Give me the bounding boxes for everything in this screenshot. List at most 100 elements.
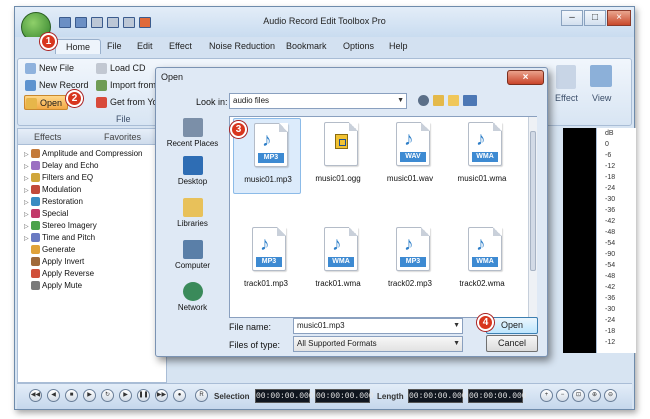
tab-file[interactable]: File bbox=[107, 41, 122, 51]
file-item[interactable]: ♪ WMA track01.wma bbox=[308, 223, 368, 299]
view-menu-icon[interactable] bbox=[463, 95, 477, 106]
effects-panel: Effects Favorites ▷ Amplitude and Compres… bbox=[17, 128, 167, 383]
tree-item[interactable]: Apply Invert bbox=[24, 256, 84, 268]
wma-file-icon: ♪ WMA bbox=[468, 227, 502, 271]
place-computer[interactable]: Computer bbox=[161, 240, 224, 270]
new-folder-icon[interactable] bbox=[448, 95, 459, 106]
import-from-button[interactable]: Import from bbox=[95, 78, 156, 93]
ribbon-tabs: Home File Edit Effect Noise Reduction Bo… bbox=[15, 37, 634, 58]
tab-effect[interactable]: Effect bbox=[169, 41, 192, 51]
look-in-value: audio files bbox=[233, 96, 270, 105]
tree-item[interactable]: ▷ Delay and Echo bbox=[24, 160, 98, 172]
tree-item[interactable]: Apply Mute bbox=[24, 280, 82, 292]
record-button-icon[interactable]: ● bbox=[173, 389, 186, 402]
place-recent[interactable]: Recent Places bbox=[161, 118, 224, 148]
go-start-icon[interactable]: ◀◀ bbox=[29, 389, 42, 402]
meter-label: -42 bbox=[605, 218, 616, 225]
view-button[interactable]: View bbox=[592, 93, 611, 103]
place-desktop[interactable]: Desktop bbox=[161, 156, 224, 186]
place-network[interactable]: Network bbox=[161, 282, 224, 312]
maximize-button[interactable]: □ bbox=[584, 10, 606, 26]
file-name-input[interactable]: music01.mp3 ▼ bbox=[293, 318, 463, 334]
stop-icon[interactable]: ■ bbox=[65, 389, 78, 402]
step-badge: 1 bbox=[40, 33, 57, 50]
file-name-value: music01.mp3 bbox=[297, 321, 345, 330]
get-from-youtube-button[interactable]: Get from Yo bbox=[95, 95, 158, 110]
look-in-dropdown[interactable]: audio files ▼ bbox=[229, 93, 407, 109]
dialog-open-button[interactable]: Open bbox=[486, 317, 538, 334]
up-folder-icon[interactable] bbox=[433, 95, 444, 106]
loop-icon[interactable]: ↻ bbox=[101, 389, 114, 402]
tab-help[interactable]: Help bbox=[389, 41, 408, 51]
place-libraries[interactable]: Libraries bbox=[161, 198, 224, 228]
libraries-icon bbox=[182, 198, 203, 217]
tab-noise-reduction[interactable]: Noise Reduction bbox=[209, 41, 275, 51]
title-bar: Audio Record Edit Toolbox Pro – □ × bbox=[15, 7, 634, 42]
meter-label: -24 bbox=[605, 185, 616, 192]
length-end[interactable]: 00:00:00.000 bbox=[468, 389, 527, 403]
effect-button[interactable]: Effect bbox=[555, 93, 578, 103]
file-name-label: File name: bbox=[229, 322, 272, 332]
tab-effects[interactable]: Effects bbox=[34, 132, 61, 142]
zoom-vertical-icon[interactable]: ⊖ bbox=[604, 389, 617, 402]
forward-icon[interactable]: ▶ bbox=[119, 389, 132, 402]
repeat-icon[interactable]: R bbox=[195, 389, 208, 402]
file-list-scrollbar[interactable] bbox=[528, 117, 537, 317]
tab-home[interactable]: Home bbox=[55, 39, 102, 54]
tree-item[interactable]: Apply Reverse bbox=[24, 268, 94, 280]
zoom-selection-icon[interactable]: ⊡ bbox=[572, 389, 585, 402]
tree-item[interactable]: ▷ Stereo Imagery bbox=[24, 220, 97, 232]
waveform-area[interactable] bbox=[563, 128, 596, 353]
file-item[interactable]: ♪ WMA track02.wma bbox=[452, 223, 512, 299]
desktop-icon bbox=[182, 156, 203, 175]
length-start[interactable]: 00:00:00.000 bbox=[408, 389, 467, 403]
zoom-in-icon[interactable]: + bbox=[540, 389, 553, 402]
tab-bookmark[interactable]: Bookmark bbox=[286, 41, 327, 51]
tree-item[interactable]: Generate bbox=[24, 244, 75, 256]
dialog-cancel-button[interactable]: Cancel bbox=[486, 335, 538, 352]
rewind-icon[interactable]: ◀ bbox=[47, 389, 60, 402]
zoom-full-icon[interactable]: ⊕ bbox=[588, 389, 601, 402]
meter-label: -36 bbox=[605, 295, 616, 302]
meter-label: -24 bbox=[605, 317, 616, 324]
file-type-dropdown[interactable]: All Supported Formats ▼ bbox=[293, 336, 463, 352]
play-icon[interactable]: ▶ bbox=[83, 389, 96, 402]
window-title: Audio Record Edit Toolbox Pro bbox=[263, 16, 386, 26]
meter-label: -6 bbox=[605, 152, 612, 159]
file-item[interactable]: ♪ MP3 track01.mp3 bbox=[236, 223, 296, 299]
tree-item[interactable]: ▷ Filters and EQ bbox=[24, 172, 93, 184]
file-item[interactable]: music01.ogg bbox=[308, 118, 368, 194]
tree-item[interactable]: ▷ Amplitude and Compression bbox=[24, 148, 143, 160]
file-item[interactable]: ♪ WMA music01.wma bbox=[452, 118, 512, 194]
pause-icon[interactable]: ❚❚ bbox=[137, 389, 150, 402]
file-item[interactable]: ♪ MP3 track02.mp3 bbox=[380, 223, 440, 299]
dialog-close-button[interactable]: × bbox=[507, 70, 544, 85]
mp3-file-icon: ♪ MP3 bbox=[396, 227, 430, 271]
selection-start[interactable]: 00:00:00.000 bbox=[255, 389, 314, 403]
open-dialog: Open × Look in: audio files ▼ Recent Plac… bbox=[155, 67, 548, 357]
new-file-button[interactable]: New File bbox=[24, 61, 74, 76]
tab-edit[interactable]: Edit bbox=[137, 41, 153, 51]
tree-item[interactable]: ▷ Time and Pitch bbox=[24, 232, 95, 244]
minimize-button[interactable]: – bbox=[561, 10, 583, 26]
zoom-out-icon[interactable]: − bbox=[556, 389, 569, 402]
meter-label: -12 bbox=[605, 163, 616, 170]
meter-label: -18 bbox=[605, 328, 616, 335]
close-button[interactable]: × bbox=[607, 10, 631, 26]
tree-item[interactable]: ▷ Special bbox=[24, 208, 68, 220]
dialog-title: Open bbox=[161, 72, 184, 82]
meter-label: -90 bbox=[605, 251, 616, 258]
tab-options[interactable]: Options bbox=[343, 41, 374, 51]
tree-item[interactable]: ▷ Modulation bbox=[24, 184, 81, 196]
tree-item[interactable]: ▷ Restoration bbox=[24, 196, 83, 208]
selection-end[interactable]: 00:00:00.000 bbox=[315, 389, 374, 403]
load-cd-button[interactable]: Load CD bbox=[95, 61, 146, 76]
go-end-icon[interactable]: ▶▶ bbox=[155, 389, 168, 402]
tab-favorites[interactable]: Favorites bbox=[104, 132, 141, 142]
scrollbar-thumb[interactable] bbox=[530, 131, 536, 271]
back-icon[interactable] bbox=[418, 95, 429, 106]
open-button[interactable]: Open bbox=[24, 95, 68, 110]
file-item[interactable]: ♪ WAV music01.wav bbox=[380, 118, 440, 194]
wma-file-icon: ♪ WMA bbox=[468, 122, 502, 166]
selection-label: Selection bbox=[214, 392, 250, 401]
